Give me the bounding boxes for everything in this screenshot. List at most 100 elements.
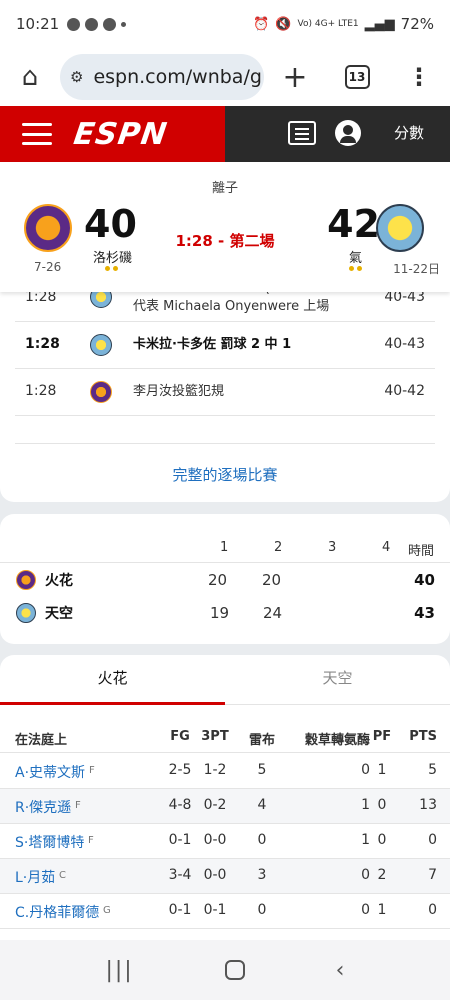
- stat-reb: 3: [257, 867, 267, 883]
- browser-toolbar: ⌂ ⚙ espn.com/wnba/g + 13 ⋮: [0, 48, 450, 106]
- hamburger-menu-icon[interactable]: [22, 123, 52, 145]
- player-position: G: [103, 905, 111, 916]
- mute-icon: 🔇: [275, 16, 292, 32]
- boxscore-header: 在法庭上 FG 3PT 雷布 穀草轉氨酶 PF PTS: [0, 729, 450, 753]
- address-bar[interactable]: ⚙ espn.com/wnba/g: [60, 54, 264, 100]
- espn-header: ESPN 分數: [0, 106, 450, 162]
- player-name[interactable]: A·史蒂文斯: [15, 762, 85, 782]
- stat-ast: 0: [361, 902, 370, 918]
- stat-pf: 0: [377, 832, 387, 848]
- player-position: F: [89, 765, 95, 776]
- tab-sky[interactable]: 天空: [225, 655, 450, 705]
- stat-reb: 0: [257, 902, 267, 918]
- play-description: 卡米拉·卡多佐 罰球 2 中 1: [133, 337, 292, 352]
- stat-fg: 4-8: [168, 797, 192, 813]
- stat-ast: 1: [361, 832, 370, 848]
- play-time: 1:28: [25, 336, 60, 352]
- recent-apps-icon[interactable]: |||: [105, 958, 133, 983]
- notification-icons: [67, 17, 127, 31]
- ls-header-q4: 4: [382, 540, 391, 555]
- home-nav-icon[interactable]: [224, 960, 245, 980]
- tab-switcher-button[interactable]: 13: [326, 65, 388, 89]
- stat-pts: 5: [428, 762, 437, 778]
- stat-ast: 0: [361, 867, 370, 883]
- section-label: 在法庭上: [15, 733, 68, 748]
- away-team-name[interactable]: 氣: [349, 247, 362, 266]
- play-row: 1:28 卡米拉·卡多佐 罰球 2 中 1 40-43: [15, 322, 435, 369]
- play-description: 李月汝投籃犯規: [133, 384, 225, 399]
- team-name: 天空: [45, 606, 73, 622]
- home-timeouts: [105, 266, 118, 271]
- stat-pts: 13: [419, 797, 437, 813]
- status-right: ⏰ 🔇 Vo) 4G+ LTE1 ▂▄▆ 72%: [253, 15, 434, 33]
- stat-3pt: 0-0: [203, 832, 227, 848]
- url-text: espn.com/wnba/g: [93, 66, 262, 88]
- more-vert-icon: ⋮: [407, 63, 431, 91]
- new-tab-button[interactable]: +: [264, 60, 326, 95]
- stat-pf: 1: [377, 762, 387, 778]
- player-name[interactable]: C.丹格菲爾德: [15, 902, 99, 922]
- player-row: C.丹格菲爾德 G 0-1 0-1 0 0 1 0: [0, 894, 450, 929]
- player-name[interactable]: R·傑克遜: [15, 797, 71, 817]
- battery-level: 72%: [400, 15, 434, 33]
- home-button[interactable]: ⌂: [0, 48, 60, 106]
- scores-link[interactable]: 分數: [394, 122, 424, 143]
- stat-reb: 0: [257, 832, 267, 848]
- system-nav-bar: ||| ‹: [0, 940, 450, 1000]
- browser-menu-button[interactable]: ⋮: [388, 63, 450, 91]
- network-label: Vo) 4G+ LTE1: [297, 19, 359, 29]
- status-time: 10:21: [16, 15, 60, 33]
- stat-pf: 0: [377, 797, 387, 813]
- ls-header-total: 時間: [408, 544, 435, 559]
- profile-icon[interactable]: [335, 120, 361, 146]
- stat-pts: 0: [428, 902, 437, 918]
- ls-header-q2: 2: [274, 540, 283, 555]
- stat-fg: 2-5: [168, 762, 192, 778]
- back-icon[interactable]: ‹: [336, 958, 345, 983]
- stat-3pt: 0-0: [203, 867, 227, 883]
- full-play-by-play-link[interactable]: 完整的逐場比賽: [0, 464, 450, 485]
- line-icon: [67, 17, 81, 31]
- player-row: A·史蒂文斯 F 2-5 1-2 5 0 1 5: [0, 754, 450, 789]
- col-3pt: 3PT: [201, 729, 229, 744]
- stat-fg: 3-4: [168, 867, 192, 883]
- away-score: 42: [327, 202, 380, 246]
- linescore-card: 1 2 3 4 時間 火花 20 20 40 天空 19 24 43: [0, 514, 450, 644]
- stat-reb: 5: [257, 762, 267, 778]
- signal-icon: ▂▄▆: [364, 16, 395, 32]
- site-settings-icon[interactable]: ⚙: [70, 68, 83, 86]
- stat-3pt: 1-2: [203, 762, 227, 778]
- col-pf: PF: [372, 729, 392, 744]
- q2-score: 24: [263, 604, 283, 622]
- play-score: 40-43: [384, 336, 425, 352]
- player-position: C: [59, 870, 66, 881]
- col-pts: PTS: [409, 729, 437, 744]
- stat-pts: 7: [428, 867, 437, 883]
- ls-header-q1: 1: [220, 540, 229, 555]
- player-name[interactable]: S·塔爾博特: [15, 832, 84, 852]
- stat-ast: 1: [361, 797, 370, 813]
- watch-icon[interactable]: [288, 121, 316, 145]
- sky-icon: [16, 603, 36, 623]
- sky-logo[interactable]: [376, 204, 424, 252]
- play-by-play-card: 1:28 Diamond DeShields (Diamond DeShield…: [0, 280, 450, 502]
- chrome-icon: [85, 17, 99, 31]
- total-score: 40: [414, 571, 435, 589]
- player-position: F: [75, 800, 81, 811]
- play-row-blank: [15, 416, 435, 444]
- play-score: 40-42: [384, 383, 425, 399]
- chrome-icon-2: [103, 17, 117, 31]
- espn-logo[interactable]: ESPN: [72, 117, 170, 152]
- player-name[interactable]: L·月茹: [15, 867, 55, 887]
- more-dot-icon: [121, 21, 127, 27]
- stat-fg: 0-1: [168, 832, 192, 848]
- home-record: 7-26: [34, 260, 62, 274]
- away-timeouts: [349, 266, 362, 271]
- player-position: F: [88, 835, 94, 846]
- stat-reb: 4: [257, 797, 267, 813]
- stat-ast: 0: [361, 762, 370, 778]
- play-row: 1:28 李月汝投籃犯規 40-42: [15, 369, 435, 416]
- sparks-icon: [16, 570, 36, 590]
- tab-sparks[interactable]: 火花: [0, 655, 225, 705]
- col-ast: 穀草轉氨酶: [304, 733, 370, 748]
